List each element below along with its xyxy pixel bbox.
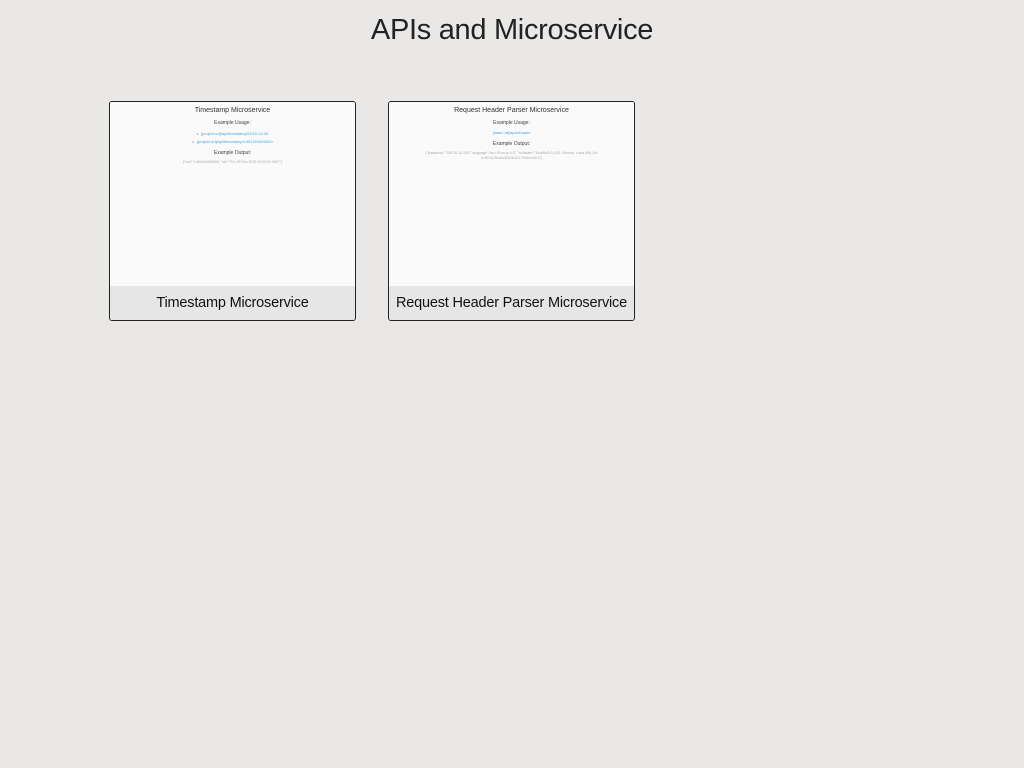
card-caption: Request Header Parser Microservice <box>389 286 634 320</box>
bullet-icon: • <box>196 131 199 136</box>
thumbnail-title: Request Header Parser Microservice <box>454 107 569 114</box>
thumbnail-usage-list: • [project url]/api/timestamp/2015-12-25 … <box>110 130 355 146</box>
bullet-icon: • <box>192 139 194 144</box>
thumbnail-usage-link: [base url]/api/whoami <box>492 130 531 135</box>
timestamp-microservice-thumbnail: Timestamp Microservice Example Usage: •[… <box>110 102 355 286</box>
timestamp-microservice-card[interactable]: Timestamp Microservice Example Usage: •[… <box>109 101 356 321</box>
thumbnail-output-text: {"unix":1451001600000, "utc":"Fri, 25 De… <box>182 160 283 164</box>
thumbnail-title: Timestamp Microservice <box>194 107 271 114</box>
project-cards: Timestamp Microservice Example Usage: •[… <box>109 101 635 321</box>
request-header-parser-thumbnail: Request Header Parser Microservice Examp… <box>389 102 634 286</box>
page-title: APIs and Microservice <box>370 14 654 46</box>
thumbnail-usage-link: • [project url]/api/timestamp/2015-12-25 <box>196 131 269 136</box>
thumbnail-usage-heading: Example Usage: <box>214 120 251 126</box>
card-caption: Timestamp Microservice <box>110 286 355 320</box>
thumbnail-usage-link: • [project url]/api/timestamp/14510016000… <box>192 139 273 144</box>
request-header-parser-card[interactable]: Request Header Parser Microservice Examp… <box>388 101 635 321</box>
thumbnail-output-heading: Example Output: <box>492 141 531 147</box>
thumbnail-output-text: {"ipaddress":"159.20.14.100","language":… <box>425 151 598 160</box>
thumbnail-usage-heading: Example Usage: <box>493 120 530 126</box>
thumbnail-output-heading: Example Output: <box>213 150 252 156</box>
